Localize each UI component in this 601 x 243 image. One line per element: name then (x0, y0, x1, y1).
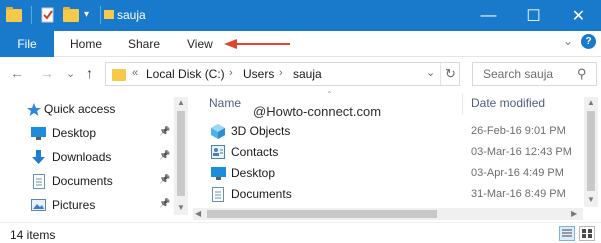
nav-label: Desktop (52, 126, 97, 140)
properties-icon[interactable] (40, 7, 56, 23)
details-view-icon (562, 229, 572, 237)
scroll-down-icon[interactable]: ▼ (587, 195, 595, 204)
pin-icon[interactable]: 📌 (159, 150, 170, 161)
recent-locations-button[interactable]: ⌄ (66, 67, 75, 80)
list-item-desktop[interactable]: Desktop 03-Apr-16 4:49 PM (209, 163, 573, 184)
scroll-up-icon[interactable]: ▲ (587, 98, 595, 107)
tab-file[interactable]: File (0, 31, 54, 57)
up-button[interactable]: ↑ (86, 65, 93, 81)
scroll-right-icon[interactable]: ▶ (571, 209, 577, 218)
status-bar: 14 items (0, 222, 601, 243)
nav-label: Documents (52, 174, 113, 188)
address-bar[interactable]: « Local Disk (C:) › Users › sauja ⌄ ↻ (105, 62, 460, 86)
file-name: Contacts (231, 145, 279, 159)
breadcrumb-local-disk[interactable]: Local Disk (C:) (146, 67, 225, 81)
list-item-contacts[interactable]: Contacts 03-Mar-16 12:43 PM (209, 142, 573, 163)
file-name: Documents (231, 187, 292, 201)
address-dropdown-icon[interactable]: ⌄ (426, 66, 435, 79)
desktop-icon (31, 127, 46, 140)
large-icons-view-button[interactable] (579, 226, 595, 241)
ribbon-tabs: File Home Share View ⌄ ? (0, 31, 601, 57)
file-date: 31-Mar-16 8:49 PM (471, 188, 566, 200)
item-count: 14 items (10, 228, 56, 242)
scroll-left-icon[interactable]: ◀ (195, 209, 201, 218)
nav-item-quick-access[interactable]: Quick access (0, 98, 190, 122)
file-name: 3D Objects (231, 124, 291, 138)
documents-icon (33, 174, 45, 189)
scroll-thumb[interactable] (177, 111, 185, 196)
pin-icon[interactable]: 📌 (159, 174, 170, 185)
sort-indicator-icon: ⌃ (326, 90, 333, 99)
file-name: Desktop (231, 166, 276, 180)
divider (100, 6, 101, 24)
file-date: 03-Mar-16 12:43 PM (471, 146, 572, 158)
column-divider[interactable] (462, 94, 463, 114)
folder-icon[interactable] (6, 7, 22, 23)
documents-icon (212, 187, 224, 202)
folder-small-icon (104, 8, 114, 24)
column-header-date-modified[interactable]: Date modified (471, 96, 545, 110)
forward-button[interactable]: → (40, 65, 54, 81)
customize-toolbar-icon[interactable]: ▾ (84, 9, 96, 25)
nav-item-pictures[interactable]: Pictures 📌 (0, 194, 190, 218)
folder-icon (112, 67, 126, 81)
back-button[interactable]: ← (10, 65, 24, 81)
breadcrumb-separator[interactable]: › (279, 67, 283, 79)
contacts-icon (211, 145, 225, 159)
close-button[interactable]: ✕ (556, 0, 601, 31)
scroll-thumb[interactable] (207, 210, 437, 218)
nav-item-desktop[interactable]: Desktop 📌 (0, 122, 190, 146)
new-folder-icon[interactable] (63, 7, 79, 23)
content-horizontal-scrollbar[interactable]: ◀ ▶ (193, 208, 583, 220)
watermark-text: @Howto-connect.com (253, 104, 382, 119)
tab-view[interactable]: View (187, 37, 213, 51)
search-input[interactable]: Search sauja (483, 67, 553, 81)
maximize-button[interactable]: ☐ (511, 0, 556, 31)
desktop-icon (211, 167, 226, 180)
pin-icon[interactable]: 📌 (159, 198, 170, 209)
annotation-arrow-icon (224, 39, 290, 49)
pictures-icon (31, 199, 46, 211)
collapse-ribbon-icon[interactable]: ⌄ (563, 34, 573, 48)
title-bar: ▾ sauja — ☐ ✕ (0, 0, 601, 31)
minimize-button[interactable]: — (466, 0, 511, 31)
nav-item-downloads[interactable]: Downloads 📌 (0, 146, 190, 170)
refresh-icon[interactable]: ↻ (445, 66, 456, 82)
nav-label: Downloads (52, 150, 112, 164)
list-item-3d-objects[interactable]: 3D Objects 26-Feb-16 9:01 PM (209, 121, 573, 142)
breadcrumb-sauja[interactable]: sauja (293, 67, 322, 81)
divider (440, 63, 441, 85)
navigation-pane: Quick access Desktop 📌 Downloads 📌 Docum… (0, 91, 190, 222)
search-icon[interactable]: ⚲ (577, 66, 587, 82)
large-icons-view-icon (582, 229, 592, 238)
divider (31, 6, 32, 24)
pin-icon[interactable]: 📌 (159, 126, 170, 137)
help-icon[interactable]: ? (581, 34, 596, 49)
file-date: 03-Apr-16 4:49 PM (471, 167, 564, 179)
column-header-name[interactable]: Name (209, 96, 241, 110)
scroll-down-icon[interactable]: ▼ (177, 203, 185, 212)
overflow-icon[interactable]: « (132, 67, 138, 79)
nav-label: Pictures (52, 198, 96, 212)
list-item-documents[interactable]: Documents 31-Mar-16 8:49 PM (209, 184, 573, 205)
star-icon (27, 103, 41, 116)
scroll-up-icon[interactable]: ▲ (177, 98, 185, 107)
address-row: ← → ⌄ ↑ « Local Disk (C:) › Users › sauj… (0, 57, 601, 91)
details-view-button[interactable] (559, 226, 575, 241)
breadcrumb-users[interactable]: Users (243, 67, 274, 81)
content-vertical-scrollbar[interactable]: ▲ ▼ (584, 97, 598, 207)
nav-item-documents[interactable]: Documents 📌 (0, 170, 190, 194)
search-box[interactable]: Search sauja ⚲ (472, 62, 597, 86)
tab-home[interactable]: Home (70, 37, 102, 51)
file-date: 26-Feb-16 9:01 PM (471, 125, 566, 137)
nav-label: Quick access (44, 102, 116, 116)
download-icon (32, 150, 45, 164)
tab-share[interactable]: Share (128, 37, 160, 51)
3d-objects-icon (211, 124, 225, 139)
breadcrumb-separator[interactable]: › (229, 67, 233, 79)
nav-pane-scrollbar[interactable]: ▲ ▼ (174, 97, 188, 215)
window-title: sauja (117, 8, 146, 22)
scroll-thumb[interactable] (587, 111, 595, 191)
